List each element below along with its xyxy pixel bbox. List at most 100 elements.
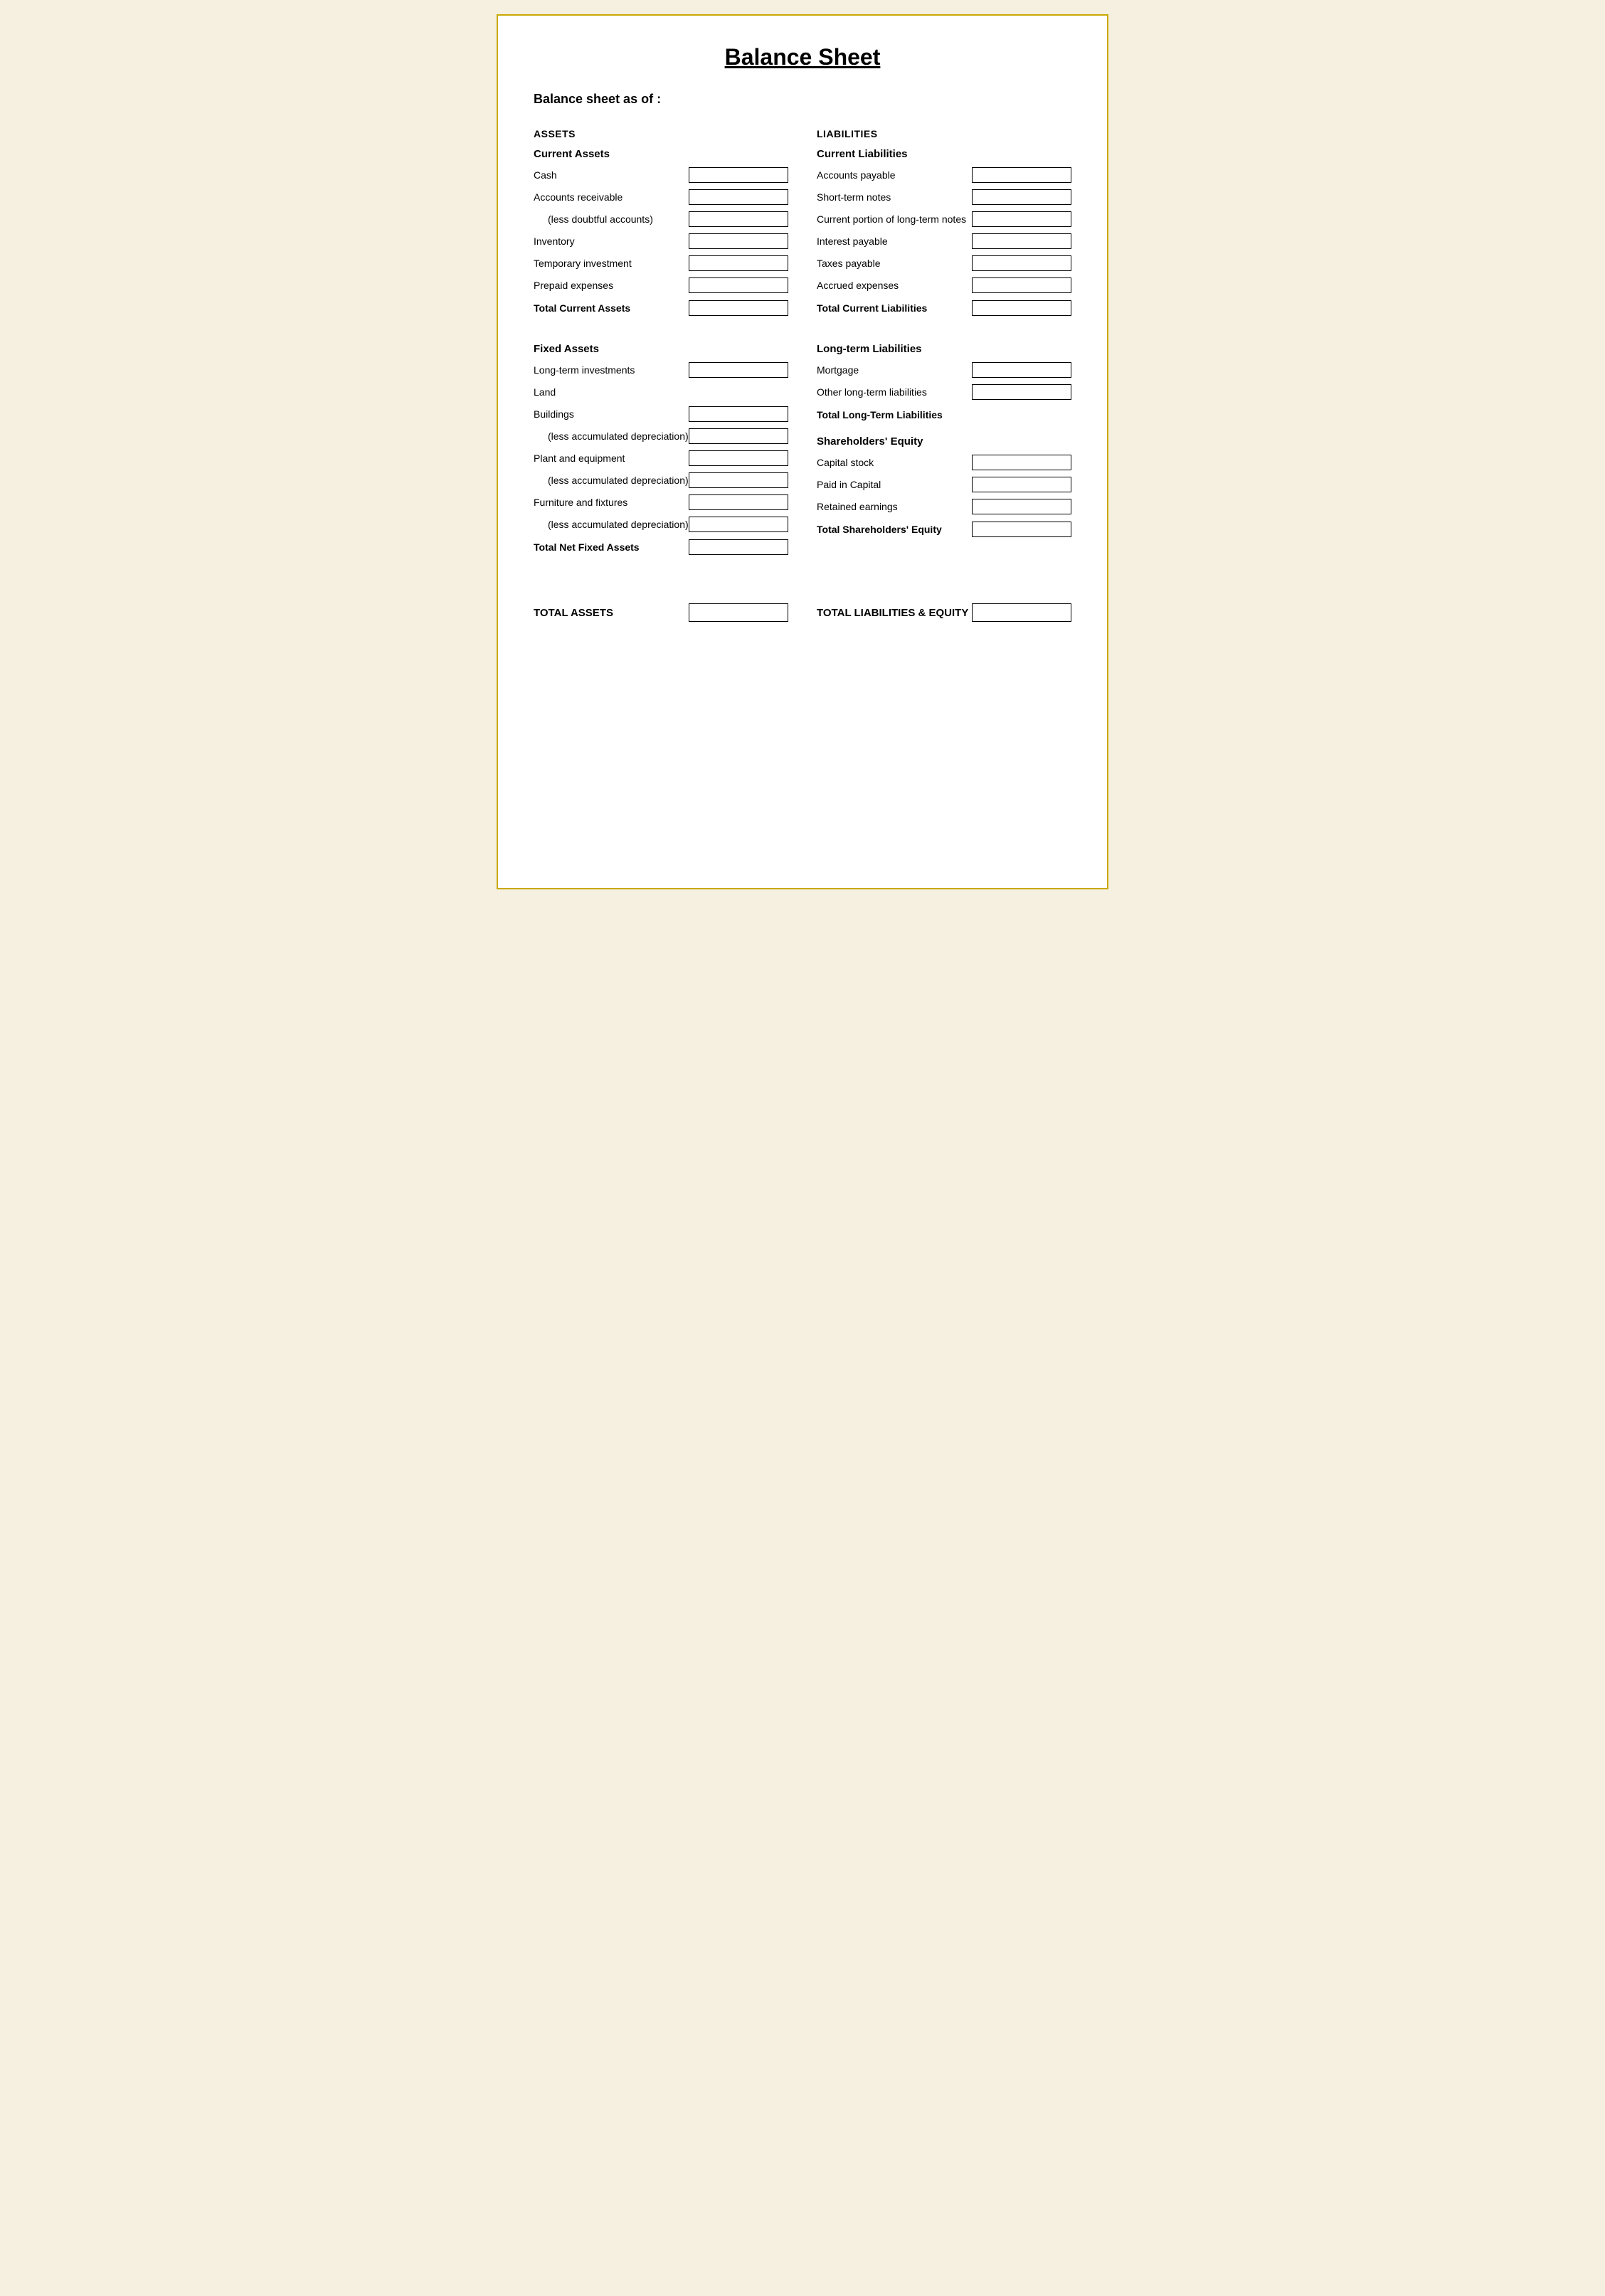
list-item: (less doubtful accounts) <box>534 210 788 228</box>
grand-totals-section: TOTAL ASSETS TOTAL LIABILITIES & EQUITY <box>534 585 1071 623</box>
total-net-fixed-assets-input[interactable] <box>689 539 788 555</box>
less-accum-dep-plant-input[interactable] <box>689 472 788 488</box>
fixed-assets-header: Fixed Assets <box>534 343 788 355</box>
list-item: Paid in Capital <box>817 475 1071 494</box>
list-item: Current portion of long-term notes <box>817 210 1071 228</box>
inventory-input[interactable] <box>689 233 788 249</box>
cash-input[interactable] <box>689 167 788 183</box>
total-net-fixed-assets-row: Total Net Fixed Assets <box>534 538 788 556</box>
subtitle: Balance sheet as of : <box>534 92 1071 107</box>
mortgage-input[interactable] <box>972 362 1071 378</box>
list-item: Retained earnings <box>817 497 1071 516</box>
buildings-label: Buildings <box>534 408 689 420</box>
total-liabilities-equity-section: TOTAL LIABILITIES & EQUITY <box>802 585 1071 623</box>
inventory-label: Inventory <box>534 236 689 247</box>
mortgage-label: Mortgage <box>817 364 972 376</box>
less-accum-dep-plant-label: (less accumulated depreciation) <box>534 475 689 486</box>
list-item: Other long-term liabilities <box>817 383 1071 401</box>
total-assets-section: TOTAL ASSETS <box>534 585 802 623</box>
less-doubtful-label: (less doubtful accounts) <box>534 213 689 225</box>
list-item: Plant and equipment <box>534 449 788 467</box>
less-accum-dep-furniture-label: (less accumulated depreciation) <box>534 519 689 530</box>
current-portion-lt-notes-input[interactable] <box>972 211 1071 227</box>
interest-payable-input[interactable] <box>972 233 1071 249</box>
total-current-assets-input[interactable] <box>689 300 788 316</box>
total-shareholders-equity-label: Total Shareholders' Equity <box>817 524 972 535</box>
current-liabilities-header: Current Liabilities <box>817 148 1071 160</box>
list-item: Mortgage <box>817 361 1071 379</box>
total-current-liabilities-input[interactable] <box>972 300 1071 316</box>
total-assets-row: TOTAL ASSETS <box>534 602 788 623</box>
total-current-liabilities-row: Total Current Liabilities <box>817 299 1071 317</box>
land-input <box>689 384 788 400</box>
long-term-investments-input[interactable] <box>689 362 788 378</box>
list-item: Cash <box>534 166 788 184</box>
retained-earnings-label: Retained earnings <box>817 501 972 512</box>
total-assets-label: TOTAL ASSETS <box>534 607 613 619</box>
main-columns: ASSETS Current Assets Cash Accounts rece… <box>534 128 1071 568</box>
capital-stock-label: Capital stock <box>817 457 972 468</box>
paid-in-capital-input[interactable] <box>972 477 1071 492</box>
temporary-investment-label: Temporary investment <box>534 258 689 269</box>
total-shareholders-equity-row: Total Shareholders' Equity <box>817 520 1071 539</box>
capital-stock-input[interactable] <box>972 455 1071 470</box>
total-current-liabilities-label: Total Current Liabilities <box>817 302 972 314</box>
total-current-assets-label: Total Current Assets <box>534 302 689 314</box>
buildings-input[interactable] <box>689 406 788 422</box>
list-item: (less accumulated depreciation) <box>534 471 788 490</box>
list-item: (less accumulated depreciation) <box>534 427 788 445</box>
furniture-fixtures-label: Furniture and fixtures <box>534 497 689 508</box>
long-term-investments-label: Long-term investments <box>534 364 689 376</box>
assets-section-header: ASSETS <box>534 128 788 139</box>
list-item: Prepaid expenses <box>534 276 788 295</box>
total-current-assets-row: Total Current Assets <box>534 299 788 317</box>
taxes-payable-label: Taxes payable <box>817 258 972 269</box>
liabilities-section-header: LIABILITIES <box>817 128 1071 139</box>
less-accum-dep-furniture-input[interactable] <box>689 517 788 532</box>
assets-column: ASSETS Current Assets Cash Accounts rece… <box>534 128 802 568</box>
temporary-investment-input[interactable] <box>689 255 788 271</box>
plant-equipment-label: Plant and equipment <box>534 453 689 464</box>
list-item: Interest payable <box>817 232 1071 250</box>
interest-payable-label: Interest payable <box>817 236 972 247</box>
current-assets-header: Current Assets <box>534 148 788 160</box>
long-term-liabilities-header: Long-term Liabilities <box>817 343 1071 355</box>
list-item: Buildings <box>534 405 788 423</box>
list-item: Furniture and fixtures <box>534 493 788 512</box>
other-lt-liabilities-input[interactable] <box>972 384 1071 400</box>
paid-in-capital-label: Paid in Capital <box>817 479 972 490</box>
furniture-fixtures-input[interactable] <box>689 494 788 510</box>
list-item: (less accumulated depreciation) <box>534 515 788 534</box>
list-item: Accrued expenses <box>817 276 1071 295</box>
less-doubtful-input[interactable] <box>689 211 788 227</box>
list-item: Short-term notes <box>817 188 1071 206</box>
less-accum-dep-buildings-input[interactable] <box>689 428 788 444</box>
list-item: Land <box>534 383 788 401</box>
less-accum-dep-buildings-label: (less accumulated depreciation) <box>534 430 689 442</box>
accounts-receivable-input[interactable] <box>689 189 788 205</box>
prepaid-expenses-label: Prepaid expenses <box>534 280 689 291</box>
short-term-notes-input[interactable] <box>972 189 1071 205</box>
liabilities-column: LIABILITIES Current Liabilities Accounts… <box>802 128 1071 568</box>
accrued-expenses-input[interactable] <box>972 277 1071 293</box>
retained-earnings-input[interactable] <box>972 499 1071 514</box>
total-net-fixed-assets-label: Total Net Fixed Assets <box>534 541 689 553</box>
list-item: Taxes payable <box>817 254 1071 273</box>
other-lt-liabilities-label: Other long-term liabilities <box>817 386 972 398</box>
list-item: Inventory <box>534 232 788 250</box>
list-item: Capital stock <box>817 453 1071 472</box>
total-assets-input[interactable] <box>689 603 788 622</box>
total-lt-liabilities-row: Total Long-Term Liabilities <box>817 406 1071 424</box>
total-liabilities-equity-input[interactable] <box>972 603 1071 622</box>
land-label: Land <box>534 386 689 398</box>
list-item: Accounts payable <box>817 166 1071 184</box>
total-shareholders-equity-input[interactable] <box>972 522 1071 537</box>
accrued-expenses-label: Accrued expenses <box>817 280 972 291</box>
accounts-payable-input[interactable] <box>972 167 1071 183</box>
total-liabilities-equity-row: TOTAL LIABILITIES & EQUITY <box>817 602 1071 623</box>
prepaid-expenses-input[interactable] <box>689 277 788 293</box>
taxes-payable-input[interactable] <box>972 255 1071 271</box>
total-lt-liabilities-label: Total Long-Term Liabilities <box>817 409 972 420</box>
plant-equipment-input[interactable] <box>689 450 788 466</box>
accounts-payable-label: Accounts payable <box>817 169 972 181</box>
